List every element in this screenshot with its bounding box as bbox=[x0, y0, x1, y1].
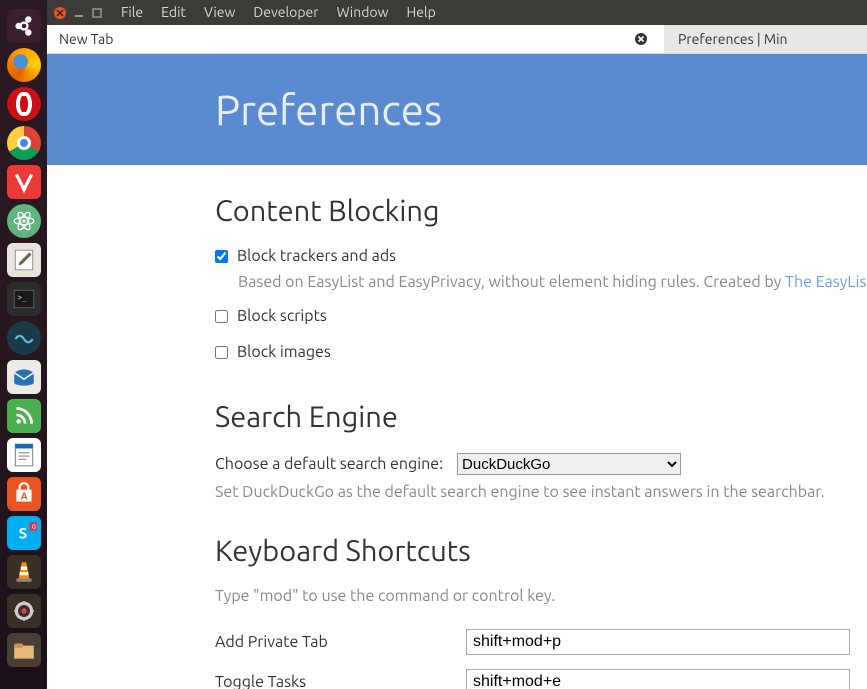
search-engine-label: Choose a default search engine: bbox=[215, 455, 443, 473]
tab-strip: New Tab Preferences | Min bbox=[47, 25, 867, 54]
launcher-chrome[interactable] bbox=[7, 126, 41, 160]
launcher-vlc[interactable] bbox=[7, 555, 41, 589]
launcher-vivaldi[interactable] bbox=[7, 165, 41, 199]
easylist-link[interactable]: The EasyLis bbox=[785, 273, 866, 291]
launcher-text-editor[interactable] bbox=[7, 243, 41, 277]
block-images-checkbox[interactable] bbox=[215, 346, 228, 359]
keyboard-shortcuts-subtext: Type "mod" to use the command or control… bbox=[215, 587, 867, 605]
section-content-blocking-title: Content Blocking bbox=[215, 195, 867, 227]
window-maximize-icon[interactable] bbox=[92, 5, 102, 21]
shortcut-toggle-tasks-label: Toggle Tasks bbox=[215, 673, 466, 689]
close-icon[interactable] bbox=[634, 32, 648, 46]
launcher-libreoffice-writer[interactable] bbox=[7, 438, 41, 472]
launcher-atom[interactable] bbox=[7, 204, 41, 238]
block-trackers-checkbox[interactable] bbox=[215, 250, 228, 263]
menu-help[interactable]: Help bbox=[397, 0, 444, 25]
svg-text:S: S bbox=[18, 524, 27, 541]
tab-label: New Tab bbox=[59, 31, 113, 47]
menu-edit[interactable]: Edit bbox=[152, 0, 195, 25]
block-trackers-sub-pre: Based on EasyList and EasyPrivacy, witho… bbox=[238, 273, 785, 291]
launcher-ubuntu-software[interactable]: A bbox=[7, 477, 41, 511]
menu-window[interactable]: Window bbox=[328, 0, 398, 25]
window-minimize-icon[interactable] bbox=[74, 5, 84, 21]
launcher-settings-tool[interactable] bbox=[7, 594, 41, 628]
block-scripts-label: Block scripts bbox=[237, 307, 327, 325]
window-close-icon[interactable] bbox=[54, 7, 66, 19]
menu-developer[interactable]: Developer bbox=[244, 0, 327, 25]
search-engine-select[interactable]: DuckDuckGo bbox=[457, 453, 681, 475]
svg-text:A: A bbox=[20, 490, 27, 501]
launcher-firefox[interactable] bbox=[7, 48, 41, 82]
svg-text:>_: >_ bbox=[17, 293, 27, 302]
tab-label: Preferences | Min bbox=[676, 31, 787, 47]
section-search-engine-title: Search Engine bbox=[215, 401, 867, 433]
launcher-opera[interactable] bbox=[7, 87, 41, 121]
launcher-rss-reader[interactable] bbox=[7, 399, 41, 433]
search-engine-subtext: Set DuckDuckGo as the default search eng… bbox=[215, 483, 867, 501]
window-controls bbox=[51, 5, 112, 21]
section-keyboard-shortcuts-title: Keyboard Shortcuts bbox=[215, 535, 867, 567]
shortcut-add-private-tab-label: Add Private Tab bbox=[215, 633, 466, 651]
block-trackers-label: Block trackers and ads bbox=[237, 247, 396, 265]
launcher-terminal[interactable]: >_ bbox=[7, 282, 41, 316]
block-images-label: Block images bbox=[237, 343, 331, 361]
window-menubar: File Edit View Developer Window Help bbox=[47, 0, 867, 25]
launcher-ubuntu-dash[interactable] bbox=[7, 9, 41, 43]
tab-new-tab[interactable]: New Tab bbox=[47, 25, 664, 53]
menu-view[interactable]: View bbox=[195, 0, 244, 25]
launcher-thunderbird[interactable] bbox=[7, 360, 41, 394]
preferences-content: Content Blocking Block trackers and ads … bbox=[47, 165, 867, 689]
tab-preferences[interactable]: Preferences | Min bbox=[664, 25, 867, 53]
block-scripts-checkbox[interactable] bbox=[215, 310, 228, 323]
shortcut-toggle-tasks-input[interactable] bbox=[466, 669, 850, 689]
launcher-min-browser[interactable] bbox=[7, 321, 41, 355]
page-header: Preferences bbox=[47, 54, 867, 165]
unity-launcher: >_ A Sα bbox=[0, 0, 47, 689]
shortcut-add-private-tab-input[interactable] bbox=[466, 629, 850, 655]
block-trackers-subtext: Based on EasyList and EasyPrivacy, witho… bbox=[238, 273, 867, 291]
launcher-files[interactable] bbox=[7, 633, 41, 667]
page-title: Preferences bbox=[215, 86, 442, 133]
menu-file[interactable]: File bbox=[112, 0, 152, 25]
svg-text:α: α bbox=[31, 523, 36, 531]
launcher-skype[interactable]: Sα bbox=[7, 516, 41, 550]
